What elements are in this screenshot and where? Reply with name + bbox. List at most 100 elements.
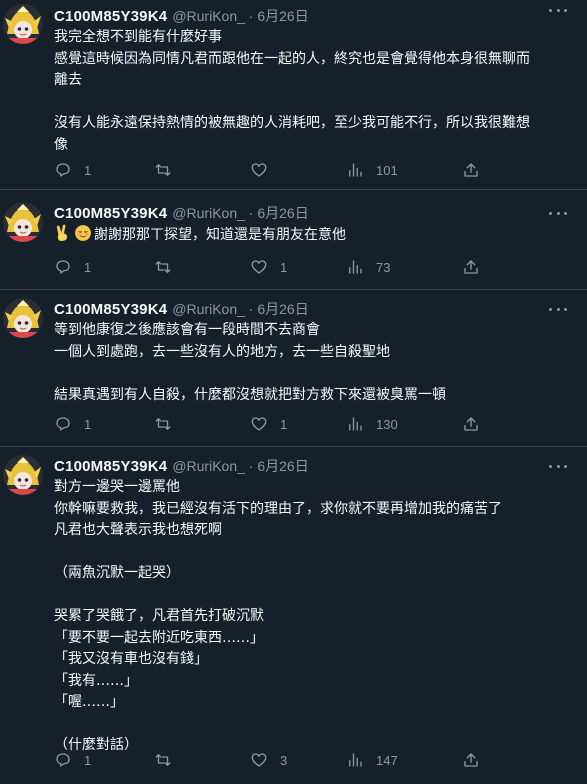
- action-bar: 1 3 147: [54, 750, 494, 770]
- text-line: 謝謝那那ㄒ探望，知道還是有朋友在意他: [94, 227, 346, 243]
- action-bar: 1 101: [54, 160, 494, 180]
- heart-icon: [251, 753, 267, 767]
- analytics-icon: [349, 753, 362, 767]
- reply-button[interactable]: 1: [54, 160, 91, 180]
- retweet-icon: [155, 418, 171, 430]
- relieved-face-emoji: [75, 225, 91, 241]
- text-line: 「喔……」: [54, 694, 124, 710]
- like-button[interactable]: [250, 160, 280, 180]
- reply-icon: [56, 260, 70, 274]
- like-count: 1: [280, 259, 288, 275]
- retweet-button[interactable]: [154, 750, 184, 770]
- text-line: 結果真遇到有人自殺，什麼都沒想就把對方救下來還被臭罵一頓: [54, 386, 446, 403]
- text-line: 離去: [54, 72, 82, 88]
- analytics-icon: [349, 417, 362, 431]
- views-button[interactable]: 73: [346, 257, 390, 277]
- like-count: 3: [280, 752, 288, 768]
- tweet-1[interactable]: C100M85Y39K4 @RuriKon_ · 6月26日 我完全想不到能有什…: [0, 0, 587, 190]
- more-options-icon[interactable]: [549, 459, 567, 473]
- avatar[interactable]: [3, 455, 43, 495]
- text-line: [54, 542, 571, 564]
- action-bar: 1 1 130: [54, 414, 494, 434]
- like-button[interactable]: 1: [250, 257, 287, 277]
- avatar[interactable]: [3, 4, 43, 44]
- view-count: 147: [376, 752, 398, 768]
- text-line: 「我有……」: [54, 672, 138, 689]
- reply-count: 1: [84, 162, 92, 178]
- handle-and-date[interactable]: @RuriKon_ · 6月26日: [172, 6, 308, 26]
- heart-icon: [251, 260, 267, 274]
- text-line: [54, 585, 571, 607]
- display-name[interactable]: C100M85Y39K4: [54, 458, 167, 475]
- reply-button[interactable]: 1: [54, 750, 91, 770]
- more-options-icon[interactable]: [549, 302, 567, 316]
- handle-and-date[interactable]: @RuriKon_ · 6月26日: [172, 456, 308, 476]
- tweet-text: 等到他康復之後應該會有一段時間不去商會 一個人到處跑，去一些沒有人的地方，去一些…: [54, 320, 571, 406]
- reply-icon: [56, 163, 70, 177]
- retweet-icon: [155, 164, 171, 176]
- analytics-icon: [349, 260, 362, 274]
- reply-icon: [56, 417, 70, 431]
- reply-button[interactable]: 1: [54, 257, 91, 277]
- handle-and-date[interactable]: @RuriKon_ · 6月26日: [172, 203, 308, 223]
- display-name[interactable]: C100M85Y39K4: [54, 8, 167, 25]
- retweet-icon: [155, 754, 171, 766]
- share-button[interactable]: [462, 750, 480, 770]
- more-options-icon[interactable]: [549, 206, 567, 220]
- text-line: 哭累了哭餓了，凡君首先打破沉默: [54, 608, 264, 624]
- text-line: 感覺這時候因為同情凡君而跟他在一起的人，終究也是會覺得他本身很無聊而: [54, 50, 530, 67]
- tweet-2[interactable]: C100M85Y39K4 @RuriKon_ · 6月26日 謝謝那那ㄒ探望，知…: [0, 190, 587, 290]
- share-icon: [464, 260, 478, 274]
- retweet-button[interactable]: [154, 414, 184, 434]
- text-line: 像: [54, 136, 68, 153]
- tweet-4[interactable]: C100M85Y39K4 @RuriKon_ · 6月26日 對方一邊哭一邊罵他…: [0, 447, 587, 784]
- text-line: [54, 363, 571, 385]
- share-button[interactable]: [462, 414, 480, 434]
- retweet-button[interactable]: [154, 257, 184, 277]
- text-line: 凡君也大聲表示我也想死啊: [54, 522, 222, 538]
- text-line: 「要不要一起去附近吃東西……」: [54, 629, 264, 646]
- tweet-header: C100M85Y39K4 @RuriKon_ · 6月26日: [54, 456, 309, 476]
- view-count: 101: [376, 162, 398, 178]
- tweet-text: 對方一邊哭一邊罵他 你幹嘛要救我，我已經沒有活下的理由了，求你就不要再增加我的痛…: [54, 477, 571, 757]
- display-name[interactable]: C100M85Y39K4: [54, 301, 167, 318]
- share-button[interactable]: [462, 257, 480, 277]
- text-line: 對方一邊哭一邊罵他: [54, 479, 180, 495]
- retweet-icon: [155, 261, 171, 273]
- views-button[interactable]: 130: [346, 414, 398, 434]
- display-name[interactable]: C100M85Y39K4: [54, 205, 167, 222]
- views-button[interactable]: 101: [346, 160, 398, 180]
- text-line: [54, 92, 571, 114]
- like-button[interactable]: 1: [250, 414, 287, 434]
- reply-button[interactable]: 1: [54, 414, 91, 434]
- reply-count: 1: [84, 416, 92, 432]
- text-line: 一個人到處跑，去一些沒有人的地方，去一些自殺聖地: [54, 343, 390, 360]
- views-button[interactable]: 147: [346, 750, 398, 770]
- like-button[interactable]: 3: [250, 750, 287, 770]
- share-icon: [464, 163, 478, 177]
- avatar[interactable]: [3, 298, 43, 338]
- more-options-icon[interactable]: [549, 3, 567, 17]
- handle-and-date[interactable]: @RuriKon_ · 6月26日: [172, 299, 308, 319]
- text-line: （兩魚沉默一起哭）: [54, 565, 180, 581]
- heart-icon: [251, 417, 267, 431]
- text-line: 我完全想不到能有什麼好事: [54, 29, 222, 45]
- text-line: 你幹嘛要救我，我已經沒有活下的理由了，求你就不要再增加我的痛苦了: [54, 500, 502, 517]
- text-line: 等到他康復之後應該會有一段時間不去商會: [54, 322, 320, 338]
- analytics-icon: [349, 163, 362, 177]
- tweet-header: C100M85Y39K4 @RuriKon_ · 6月26日: [54, 6, 309, 26]
- victory-hand-emoji: [56, 224, 68, 242]
- tweet-3[interactable]: C100M85Y39K4 @RuriKon_ · 6月26日 等到他康復之後應該…: [0, 290, 587, 447]
- share-icon: [464, 417, 478, 431]
- share-icon: [464, 753, 478, 767]
- view-count: 130: [376, 416, 398, 432]
- tweet-header: C100M85Y39K4 @RuriKon_ · 6月26日: [54, 203, 309, 223]
- action-bar: 1 1 73: [54, 257, 494, 277]
- text-line: [54, 714, 571, 736]
- text-line: 「我又沒有車也沒有錢」: [54, 651, 208, 667]
- heart-icon: [251, 163, 267, 177]
- view-count: 73: [376, 259, 391, 275]
- share-button[interactable]: [462, 160, 480, 180]
- avatar[interactable]: [3, 202, 43, 242]
- retweet-button[interactable]: [154, 160, 184, 180]
